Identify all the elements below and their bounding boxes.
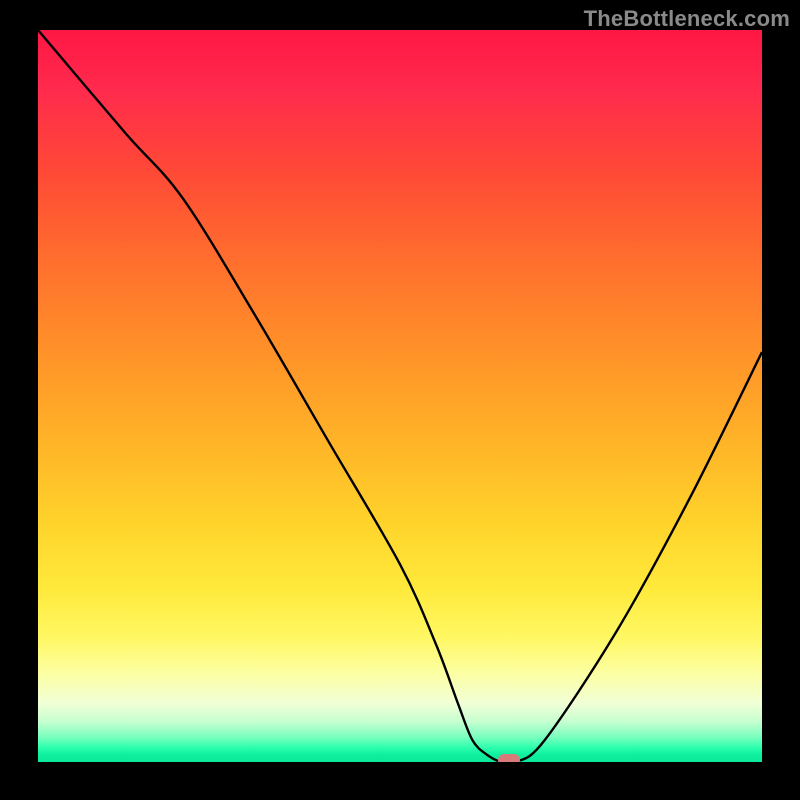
- chart-frame: TheBottleneck.com: [0, 0, 800, 800]
- optimum-marker: [498, 754, 520, 762]
- bottleneck-curve: [38, 30, 762, 762]
- watermark-text: TheBottleneck.com: [584, 6, 790, 32]
- plot-area: [38, 30, 762, 762]
